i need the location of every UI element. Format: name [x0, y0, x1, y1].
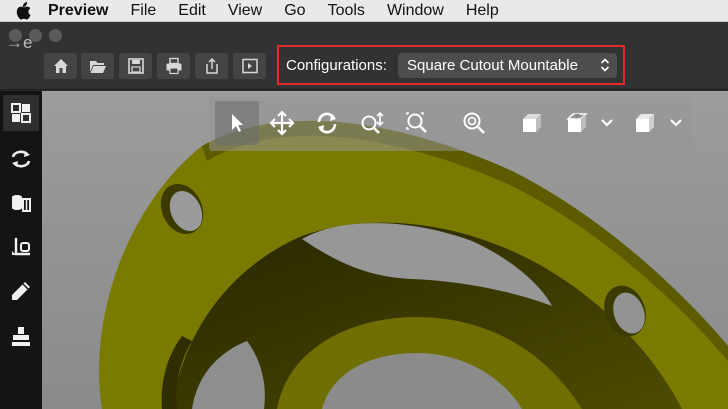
back-button[interactable]: →e [6, 33, 32, 53]
share-icon [205, 57, 218, 74]
measure-button[interactable] [3, 229, 39, 265]
menu-window[interactable]: Window [376, 0, 455, 22]
display-style-dropdown-icon[interactable] [668, 112, 684, 132]
share-button[interactable] [195, 53, 228, 79]
cylinder-parts-button[interactable] [3, 185, 39, 221]
pan-icon [269, 110, 295, 136]
home-icon [53, 59, 68, 73]
zoom-area-icon [361, 111, 384, 134]
zoom-area-button[interactable] [350, 101, 394, 145]
open-button[interactable] [81, 53, 114, 79]
zoom-icon [463, 112, 485, 134]
rotate-icon [317, 112, 337, 134]
select-arrows-icon [600, 58, 610, 72]
zoom-fit-icon [406, 112, 427, 133]
shaded-view-button[interactable] [510, 101, 554, 145]
pencil-icon [12, 282, 30, 300]
menu-edit[interactable]: Edit [167, 0, 217, 22]
tool-rail [0, 91, 42, 409]
rotate-arrows-button[interactable] [3, 141, 39, 177]
display-cube-icon [636, 114, 654, 132]
print-button[interactable] [157, 53, 190, 79]
menu-bar: Preview File Edit View Go Tools Window H… [0, 0, 728, 22]
select-arrow-icon [232, 114, 243, 132]
rotate-tool-button[interactable] [305, 101, 349, 145]
configurations-select[interactable]: Square Cutout Mountable [398, 53, 617, 78]
stamp-button[interactable] [3, 319, 39, 355]
apple-menu-icon[interactable] [0, 1, 46, 20]
measure-icon [12, 238, 30, 256]
cylinder-parts-icon [12, 195, 31, 212]
section-view-dropdown-icon[interactable] [599, 112, 615, 132]
section-view-button[interactable] [555, 101, 599, 145]
pan-tool-button[interactable] [260, 101, 304, 145]
sidebar-toggle-button[interactable] [233, 53, 266, 79]
print-icon [166, 57, 181, 75]
zoom-button[interactable] [452, 101, 496, 145]
rotate-arrows-icon [11, 150, 31, 168]
display-style-button[interactable] [623, 101, 667, 145]
sidebar-toggle-icon [241, 58, 258, 74]
menu-app-name[interactable]: Preview [46, 0, 119, 22]
view-toolbar [209, 97, 691, 151]
section-cube-icon [566, 113, 588, 132]
menu-go[interactable]: Go [273, 0, 316, 22]
save-icon [127, 58, 144, 74]
menu-view[interactable]: View [217, 0, 273, 22]
menu-tools[interactable]: Tools [317, 0, 376, 22]
grid-view-icon [11, 103, 31, 123]
shaded-cube-icon [523, 114, 541, 132]
home-button[interactable] [44, 53, 77, 79]
zoom-window-button[interactable] [49, 29, 62, 42]
configuration-value: Square Cutout Mountable [407, 57, 578, 74]
menu-file[interactable]: File [119, 0, 167, 22]
menu-help[interactable]: Help [455, 0, 510, 22]
zoom-fit-button[interactable] [395, 101, 439, 145]
save-button[interactable] [119, 53, 152, 79]
open-folder-icon [89, 61, 106, 73]
select-tool-button[interactable] [215, 101, 259, 145]
configurations-label: Configurations: [286, 57, 387, 74]
markup-button[interactable] [3, 273, 39, 309]
grid-view-button[interactable] [3, 95, 39, 131]
stamp-icon [12, 327, 30, 346]
